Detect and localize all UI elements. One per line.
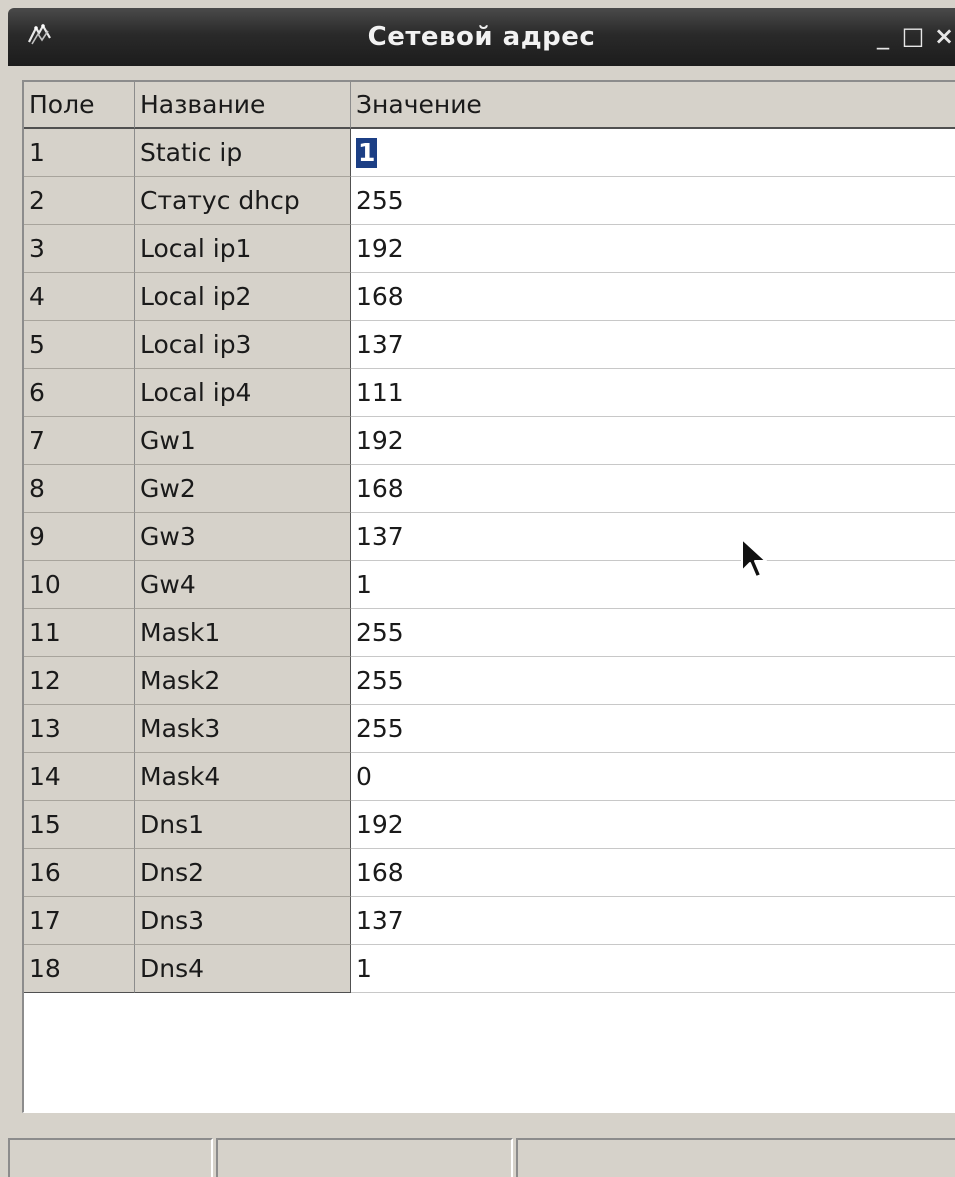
cell-value[interactable]: 137 bbox=[351, 513, 955, 561]
cell-name: Static ip bbox=[135, 129, 351, 177]
app-window: Сетевой адрес _ □ × Поле Название Значен… bbox=[0, 0, 955, 1177]
table-row[interactable]: 17 Dns3 137 bbox=[24, 897, 955, 945]
cell-field: 4 bbox=[24, 273, 135, 321]
column-header-name[interactable]: Название bbox=[135, 82, 351, 129]
cell-value[interactable]: 137 bbox=[351, 897, 955, 945]
close-icon: × bbox=[933, 22, 955, 50]
cell-name: Gw1 bbox=[135, 417, 351, 465]
table-grid: Поле Название Значение 1 Static ip 1 2 Стату… bbox=[24, 82, 955, 993]
cell-field: 12 bbox=[24, 657, 135, 705]
cell-name: Mask2 bbox=[135, 657, 351, 705]
table-row[interactable]: 3 Local ip1 192 bbox=[24, 225, 955, 273]
cell-value[interactable]: 168 bbox=[351, 465, 955, 513]
selected-value-text[interactable]: 1 bbox=[356, 137, 378, 168]
title-bar[interactable]: Сетевой адрес _ □ × bbox=[8, 8, 955, 66]
cell-name: Gw4 bbox=[135, 561, 351, 609]
cell-field: 16 bbox=[24, 849, 135, 897]
table-row[interactable]: 18 Dns4 1 bbox=[24, 945, 955, 993]
cell-name: Mask3 bbox=[135, 705, 351, 753]
table-row[interactable]: 2 Статус dhcp 255 bbox=[24, 177, 955, 225]
table-row[interactable]: 13 Mask3 255 bbox=[24, 705, 955, 753]
cell-value[interactable]: 255 bbox=[351, 177, 955, 225]
column-header-field[interactable]: Поле bbox=[24, 82, 135, 129]
cell-value[interactable]: 255 bbox=[351, 705, 955, 753]
table-row[interactable]: 1 Static ip 1 bbox=[24, 129, 955, 177]
cell-field: 5 bbox=[24, 321, 135, 369]
cell-value[interactable]: 1 bbox=[351, 129, 955, 177]
status-panel-2 bbox=[216, 1138, 513, 1177]
cell-name: Mask1 bbox=[135, 609, 351, 657]
cell-name: Local ip4 bbox=[135, 369, 351, 417]
table-row[interactable]: 5 Local ip3 137 bbox=[24, 321, 955, 369]
cell-field: 11 bbox=[24, 609, 135, 657]
cell-value[interactable]: 168 bbox=[351, 849, 955, 897]
cell-field: 9 bbox=[24, 513, 135, 561]
table-header-row: Поле Название Значение bbox=[24, 82, 955, 129]
status-bar bbox=[8, 1138, 955, 1177]
cell-field: 7 bbox=[24, 417, 135, 465]
cell-value[interactable]: 192 bbox=[351, 801, 955, 849]
maximize-icon: □ bbox=[901, 22, 925, 50]
cell-name: Dns1 bbox=[135, 801, 351, 849]
cell-name: Статус dhcp bbox=[135, 177, 351, 225]
cell-field: 3 bbox=[24, 225, 135, 273]
cell-name: Dns2 bbox=[135, 849, 351, 897]
maximize-button[interactable]: □ bbox=[900, 22, 926, 50]
cell-field: 2 bbox=[24, 177, 135, 225]
cell-name: Dns4 bbox=[135, 945, 351, 993]
close-button[interactable]: × bbox=[931, 22, 955, 50]
cell-value[interactable]: 1 bbox=[351, 561, 955, 609]
cell-value[interactable]: 137 bbox=[351, 321, 955, 369]
cell-field: 17 bbox=[24, 897, 135, 945]
cell-name: Gw2 bbox=[135, 465, 351, 513]
status-panel-1 bbox=[8, 1138, 213, 1177]
cell-value[interactable]: 168 bbox=[351, 273, 955, 321]
table-row[interactable]: 14 Mask4 0 bbox=[24, 753, 955, 801]
cell-value[interactable]: 192 bbox=[351, 417, 955, 465]
cell-field: 13 bbox=[24, 705, 135, 753]
table-row[interactable]: 11 Mask1 255 bbox=[24, 609, 955, 657]
cell-value[interactable]: 255 bbox=[351, 609, 955, 657]
table-row[interactable]: 9 Gw3 137 bbox=[24, 513, 955, 561]
cell-name: Dns3 bbox=[135, 897, 351, 945]
minimize-icon: _ bbox=[877, 22, 889, 50]
cell-field: 15 bbox=[24, 801, 135, 849]
table-row[interactable]: 7 Gw1 192 bbox=[24, 417, 955, 465]
table-row[interactable]: 15 Dns1 192 bbox=[24, 801, 955, 849]
cell-value[interactable]: 192 bbox=[351, 225, 955, 273]
cell-field: 10 bbox=[24, 561, 135, 609]
table-row[interactable]: 8 Gw2 168 bbox=[24, 465, 955, 513]
cell-name: Local ip3 bbox=[135, 321, 351, 369]
cell-field: 1 bbox=[24, 129, 135, 177]
table-row[interactable]: 12 Mask2 255 bbox=[24, 657, 955, 705]
cell-value[interactable]: 111 bbox=[351, 369, 955, 417]
table-row[interactable]: 4 Local ip2 168 bbox=[24, 273, 955, 321]
minimize-button[interactable]: _ bbox=[870, 22, 896, 50]
status-panel-3 bbox=[516, 1138, 955, 1177]
cell-field: 18 bbox=[24, 945, 135, 993]
cell-value[interactable]: 0 bbox=[351, 753, 955, 801]
table-row[interactable]: 10 Gw4 1 bbox=[24, 561, 955, 609]
cell-field: 8 bbox=[24, 465, 135, 513]
cell-value[interactable]: 255 bbox=[351, 657, 955, 705]
cell-name: Local ip1 bbox=[135, 225, 351, 273]
table-row[interactable]: 6 Local ip4 111 bbox=[24, 369, 955, 417]
cell-value[interactable]: 1 bbox=[351, 945, 955, 993]
table-row[interactable]: 16 Dns2 168 bbox=[24, 849, 955, 897]
column-header-value[interactable]: Значение bbox=[351, 82, 955, 129]
settings-table[interactable]: Поле Название Значение 1 Static ip 1 2 Стату… bbox=[22, 80, 955, 1113]
cell-name: Gw3 bbox=[135, 513, 351, 561]
window-title: Сетевой адрес bbox=[367, 22, 596, 52]
cell-field: 14 bbox=[24, 753, 135, 801]
cell-field: 6 bbox=[24, 369, 135, 417]
cell-name: Local ip2 bbox=[135, 273, 351, 321]
cell-name: Mask4 bbox=[135, 753, 351, 801]
